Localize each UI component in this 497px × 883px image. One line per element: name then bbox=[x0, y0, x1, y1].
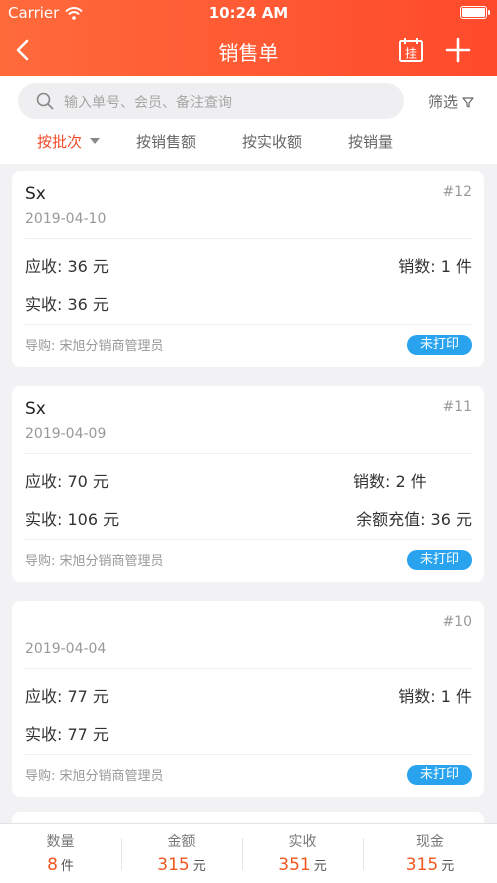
print-status-badge[interactable]: 未打印 bbox=[406, 550, 472, 570]
sales-guide: 导购: 宋旭分销商管理员 bbox=[25, 554, 164, 569]
filter-label: 筛选 bbox=[428, 93, 459, 111]
filter-icon bbox=[462, 96, 474, 108]
calendar-icon[interactable]: 挂 bbox=[398, 37, 424, 63]
summary-received: 实收 351 元 bbox=[242, 824, 363, 883]
summary-value: 351 bbox=[278, 855, 311, 875]
sales-guide: 导购: 宋旭分销商管理员 bbox=[25, 339, 164, 354]
divider bbox=[25, 668, 472, 669]
summary-quantity: 数量 8件 bbox=[0, 824, 121, 883]
add-order-icon[interactable] bbox=[444, 36, 472, 64]
order-date: 2019-04-09 bbox=[25, 426, 107, 442]
divider bbox=[25, 324, 472, 325]
customer-name: Sx bbox=[25, 184, 46, 204]
summary-unit: 元 bbox=[441, 859, 455, 874]
sort-tabs: 按批次 按销售额 按实收额 按销量 bbox=[0, 130, 497, 164]
tab-by-sales-amount[interactable]: 按销售额 bbox=[136, 131, 196, 152]
sales-count: 销数: 1 件 bbox=[398, 257, 472, 276]
sales-count: 销数: 2 件 bbox=[353, 472, 427, 491]
search-input[interactable]: 输入单号、会员、备注查询 bbox=[18, 83, 404, 119]
actual-received: 实收: 77 元 bbox=[25, 725, 109, 744]
filter-button[interactable]: 筛选 bbox=[428, 91, 474, 112]
status-bar: Carrier 10:24 AM bbox=[0, 0, 497, 24]
print-status-badge[interactable]: 未打印 bbox=[406, 335, 472, 355]
search-panel: 输入单号、会员、备注查询 筛选 按批次 按销售额 按实收额 按销量 bbox=[0, 76, 497, 164]
print-status-badge[interactable]: 未打印 bbox=[406, 765, 472, 785]
actual-received: 实收: 36 元 bbox=[25, 295, 109, 314]
navbar: 销售单 挂 bbox=[0, 24, 497, 76]
divider bbox=[25, 453, 472, 454]
divider bbox=[25, 754, 472, 755]
actual-received: 实收: 106 元 bbox=[25, 510, 120, 529]
summary-value: 315 bbox=[405, 855, 439, 875]
summary-unit: 件 bbox=[60, 859, 74, 874]
order-card[interactable]: Sx #11 2019-04-09 应收: 70 元 销数: 2 件 实收: 1… bbox=[12, 386, 484, 582]
search-placeholder: 输入单号、会员、备注查询 bbox=[64, 95, 232, 111]
order-date: 2019-04-04 bbox=[25, 641, 107, 657]
tab-label: 按销售额 bbox=[136, 133, 197, 151]
receivable-amount: 应收: 36 元 bbox=[25, 257, 109, 276]
tab-label: 按批次 bbox=[37, 133, 83, 151]
summary-label: 实收 bbox=[288, 834, 317, 850]
summary-label: 现金 bbox=[416, 834, 444, 850]
summary-label: 金额 bbox=[167, 834, 196, 850]
order-card[interactable]: Sx #12 2019-04-10 应收: 36 元 销数: 1 件 实收: 3… bbox=[12, 171, 484, 367]
order-date: 2019-04-10 bbox=[25, 211, 107, 227]
header: Carrier 10:24 AM 销售单 挂 bbox=[0, 0, 497, 76]
calendar-char: 挂 bbox=[405, 47, 417, 61]
receivable-amount: 应收: 70 元 bbox=[25, 472, 109, 491]
order-card[interactable]: #10 2019-04-04 应收: 77 元 销数: 1 件 实收: 77 元… bbox=[12, 601, 484, 797]
order-number: #12 bbox=[442, 184, 472, 200]
summary-amount: 金额 315 元 bbox=[121, 824, 242, 883]
summary-value: 315 bbox=[157, 855, 190, 875]
status-time: 10:24 AM bbox=[208, 4, 289, 22]
search-icon bbox=[36, 92, 54, 110]
summary-unit: 元 bbox=[192, 859, 206, 874]
summary-label: 数量 bbox=[46, 834, 75, 850]
summary-unit: 元 bbox=[313, 859, 327, 874]
sales-count: 销数: 1 件 bbox=[398, 687, 472, 706]
summary-footer: 数量 8件 金额 315 元 实收 351 元 现金 315 元 bbox=[0, 823, 497, 883]
sales-guide: 导购: 宋旭分销商管理员 bbox=[25, 769, 164, 784]
divider bbox=[25, 238, 472, 239]
summary-value: 8 bbox=[47, 855, 58, 875]
tab-by-batch[interactable]: 按批次 bbox=[37, 131, 101, 152]
divider bbox=[25, 539, 472, 540]
receivable-amount: 应收: 77 元 bbox=[25, 687, 109, 706]
tab-by-sales-volume[interactable]: 按销量 bbox=[348, 131, 393, 152]
customer-name: Sx bbox=[25, 399, 46, 419]
caret-down-icon bbox=[90, 137, 101, 144]
order-number: #10 bbox=[442, 614, 472, 630]
summary-cash: 现金 315 元 bbox=[363, 824, 497, 883]
order-number: #11 bbox=[442, 399, 472, 415]
balance-recharge: 余额充值: 36 元 bbox=[356, 510, 472, 529]
tab-label: 按实收额 bbox=[242, 133, 303, 151]
battery-icon bbox=[460, 6, 490, 19]
tab-by-received-amount[interactable]: 按实收额 bbox=[242, 131, 302, 152]
tab-label: 按销量 bbox=[348, 133, 394, 151]
